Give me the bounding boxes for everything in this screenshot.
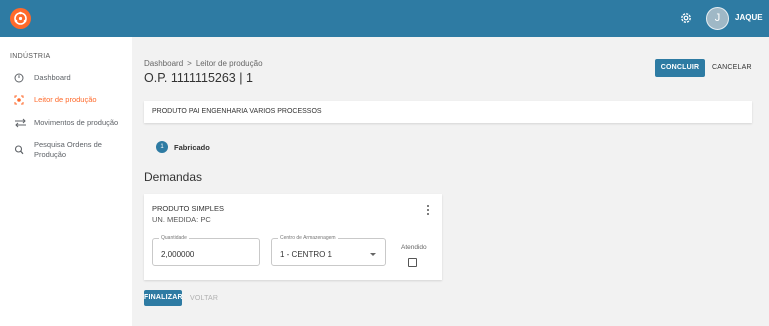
warehouse-select-value[interactable]: 1 - CENTRO 1: [280, 250, 332, 259]
page-title: O.P. 1111115263 | 1: [144, 71, 253, 85]
settings-gear-icon[interactable]: [678, 10, 694, 26]
sidebar-item-label: Leitor de produção: [34, 95, 97, 104]
atendido-checkbox[interactable]: [408, 258, 417, 267]
dashboard-gauge-icon: [14, 73, 24, 83]
sidebar-item-label: Dashboard: [34, 73, 71, 82]
scanner-icon: [14, 95, 24, 105]
demand-product-name: PRODUTO SIMPLES: [152, 204, 224, 213]
sidebar-item-dashboard[interactable]: Dashboard: [14, 73, 71, 83]
chevron-down-icon[interactable]: [370, 253, 376, 256]
search-icon: [14, 145, 24, 155]
more-vert-icon[interactable]: [425, 204, 431, 216]
sidebar-item-pesquisa[interactable]: Pesquisa Ordens de Produção: [14, 140, 124, 160]
step-label: Fabricado: [174, 142, 210, 152]
sidebar-item-label: Movimentos de produção: [34, 118, 119, 127]
step-number: 1: [156, 141, 168, 153]
voltar-button[interactable]: VOLTAR: [190, 295, 218, 302]
sidebar-item-movimentos[interactable]: Movimentos de produção: [14, 118, 118, 128]
product-card: PRODUTO PAI ENGENHARIA VARIOS PROCESSOS: [144, 101, 752, 123]
atendido-label: Atendido: [401, 244, 427, 251]
warehouse-select[interactable]: Centro de Armazenagem 1 - CENTRO 1: [271, 235, 386, 266]
user-name[interactable]: JAQUE: [735, 13, 763, 22]
warehouse-select-label: Centro de Armazenagem: [278, 235, 338, 241]
breadcrumb-separator: >: [187, 59, 192, 68]
top-app-bar: J JAQUE: [0, 0, 769, 37]
concluir-button[interactable]: CONCLUIR: [655, 59, 705, 77]
breadcrumb: Dashboard > Leitor de produção: [144, 59, 263, 68]
sidebar-item-label: Pesquisa Ordens de Produção: [34, 140, 102, 159]
app-logo-icon[interactable]: [10, 8, 31, 29]
demand-card: PRODUTO SIMPLES UN. MEDIDA: PC Quantidad…: [144, 194, 442, 280]
step-indicator: 1 Fabricado: [156, 141, 210, 153]
product-name: PRODUTO PAI ENGENHARIA VARIOS PROCESSOS: [152, 108, 322, 115]
sidebar-item-leitor[interactable]: Leitor de produção: [14, 95, 97, 105]
sidebar: INDÚSTRIA Dashboard Leitor de produção M…: [0, 37, 132, 326]
demandas-title: Demandas: [144, 170, 203, 184]
quantity-field[interactable]: Quantidade 2,000000: [152, 235, 260, 266]
finalizar-button[interactable]: FINALIZAR: [144, 290, 183, 306]
sidebar-section-title: INDÚSTRIA: [10, 53, 51, 60]
demand-unit: UN. MEDIDA: PC: [152, 215, 211, 224]
breadcrumb-dashboard[interactable]: Dashboard: [144, 59, 183, 68]
cancelar-button[interactable]: CANCELAR: [712, 64, 752, 71]
swap-arrows-icon: [15, 118, 26, 128]
user-avatar[interactable]: J: [706, 7, 729, 30]
quantity-field-value[interactable]: 2,000000: [161, 250, 194, 259]
breadcrumb-current: Leitor de produção: [195, 59, 263, 68]
main-content: Dashboard > Leitor de produção O.P. 111111…: [132, 37, 769, 326]
quantity-field-label: Quantidade: [159, 235, 189, 241]
